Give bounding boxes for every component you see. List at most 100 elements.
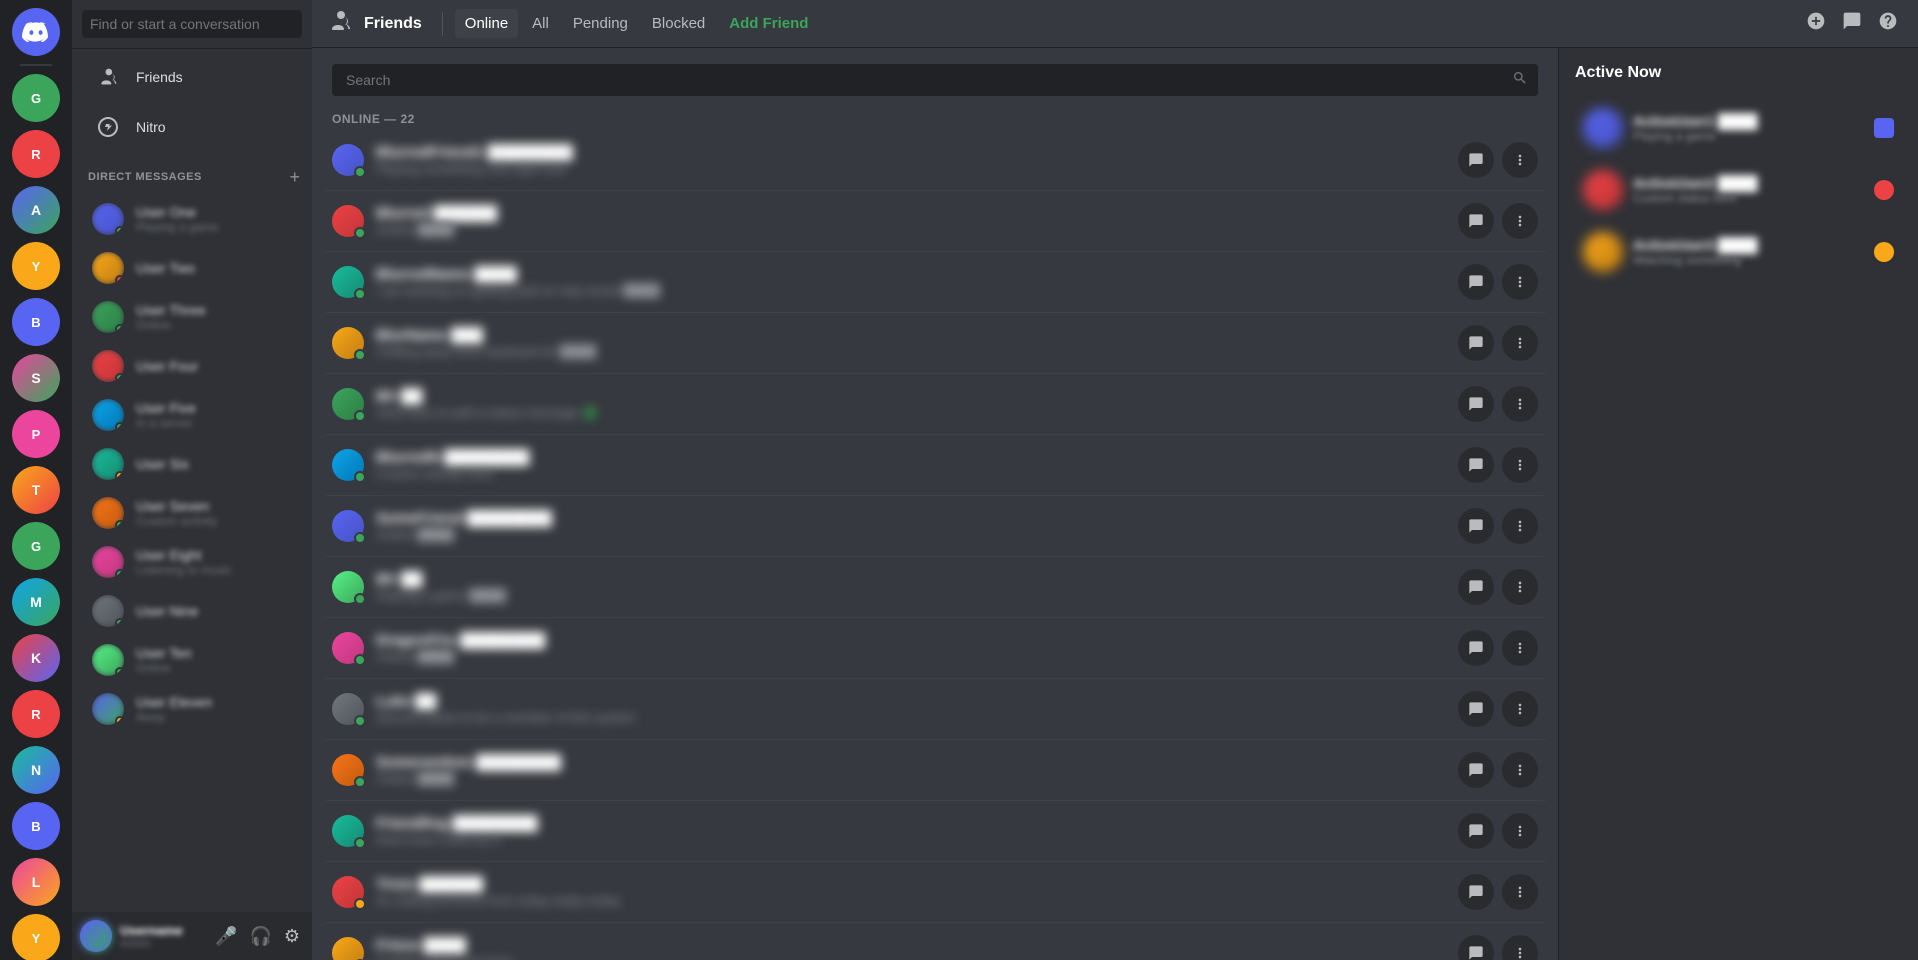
list-item[interactable]: User Eleven Away [80,685,304,733]
dm-search-input[interactable] [82,10,302,38]
message-button[interactable] [1458,752,1494,788]
status-dot [115,275,124,284]
table-row[interactable]: Blr ██ Click here to add a status messag… [320,373,1550,434]
new-group-dm-button[interactable] [1802,7,1830,41]
friend-actions [1458,569,1538,605]
dm-username: User Seven [136,498,296,514]
server-icon[interactable]: K [12,634,60,682]
more-options-button[interactable] [1502,203,1538,239]
more-options-button[interactable] [1502,752,1538,788]
more-options-button[interactable] [1502,142,1538,178]
more-options-button[interactable] [1502,325,1538,361]
server-icon[interactable]: Y [12,242,60,290]
server-icon[interactable]: Y [12,914,60,960]
more-options-button[interactable] [1502,264,1538,300]
more-options-button[interactable] [1502,874,1538,910]
server-icon[interactable]: R [12,130,60,178]
dm-username: User Three [136,302,296,318]
status-dot [115,226,124,235]
server-icon[interactable]: B [12,298,60,346]
friends-search-input[interactable] [342,64,1512,96]
table-row[interactable]: Somerandom ████████ Online ████ [320,739,1550,800]
tab-pending[interactable]: Pending [563,9,638,38]
list-item[interactable]: ActiveUser2 ████ Custom status here [1575,160,1902,220]
list-item[interactable]: ActiveUser1 ████ Playing a game [1575,98,1902,158]
friend-avatar [332,571,364,603]
message-button[interactable] [1458,325,1494,361]
message-button[interactable] [1458,142,1494,178]
server-icon[interactable]: B [12,802,60,850]
online-count-label: ONLINE — 22 [312,104,1558,130]
more-options-button[interactable] [1502,569,1538,605]
list-item[interactable]: User Nine [80,587,304,635]
more-options-button[interactable] [1502,630,1538,666]
list-item[interactable]: User Seven Custom activity [80,489,304,537]
table-row[interactable]: Friendling ████████ Dont trust it dont t… [320,800,1550,861]
table-row[interactable]: Luke ██ Discord wants to be a member of … [320,678,1550,739]
mute-button[interactable]: 🎤 [211,922,241,951]
server-icon[interactable]: T [12,466,60,514]
table-row[interactable]: Frieze ████ Custom status text here [320,922,1550,960]
dm-user-info: User Five In a server [136,400,296,430]
message-button[interactable] [1458,630,1494,666]
more-options-button[interactable] [1502,386,1538,422]
inbox-button[interactable] [1838,7,1866,41]
server-icon[interactable]: L [12,858,60,906]
list-item[interactable]: User Four [80,342,304,390]
message-button[interactable] [1458,203,1494,239]
message-button[interactable] [1458,264,1494,300]
server-icon[interactable]: S [12,354,60,402]
table-row[interactable]: Trixie ██████ Im chilling at home from t… [320,861,1550,922]
friend-name: Friendling ████████ [376,815,1446,832]
list-item[interactable]: User Three Online [80,293,304,341]
table-row[interactable]: BlurredN ████████ Custom activity here [320,434,1550,495]
message-button[interactable] [1458,508,1494,544]
server-icon[interactable]: A [12,186,60,234]
server-icon[interactable]: G [12,522,60,570]
server-icon[interactable]: G [12,74,60,122]
add-dm-button[interactable]: + [285,168,304,186]
sidebar-item-nitro[interactable]: Nitro [80,103,304,151]
tab-add-friend[interactable]: Add Friend [719,9,818,38]
tab-online[interactable]: Online [455,9,518,38]
deafen-button[interactable]: 🎧 [245,922,275,951]
message-button[interactable] [1458,874,1494,910]
list-item[interactable]: User Ten Online [80,636,304,684]
list-item[interactable]: User Two [80,244,304,292]
message-button[interactable] [1458,447,1494,483]
more-options-button[interactable] [1502,813,1538,849]
table-row[interactable]: Blr ██ Playing a game ████ [320,556,1550,617]
message-button[interactable] [1458,569,1494,605]
settings-button[interactable]: ⚙ [280,922,304,951]
table-row[interactable]: BlurredName ████ I am working on getting… [320,251,1550,312]
table-row[interactable]: SomeFriend ████████ Online ████ [320,495,1550,556]
message-button[interactable] [1458,691,1494,727]
list-item[interactable]: User One Playing a game [80,195,304,243]
list-item[interactable]: User Five In a server [80,391,304,439]
more-options-button[interactable] [1502,508,1538,544]
dm-search-bar[interactable] [72,0,312,49]
more-options-button[interactable] [1502,691,1538,727]
tab-all[interactable]: All [522,9,559,38]
table-row[interactable]: Blurred ██████ Online ████ [320,190,1550,251]
tab-blocked[interactable]: Blocked [642,9,715,38]
dm-avatar [92,693,124,725]
more-options-button[interactable] [1502,935,1538,960]
list-item[interactable]: User Six [80,440,304,488]
server-icon[interactable]: R [12,690,60,738]
list-item[interactable]: User Eight Listening to music [80,538,304,586]
table-row[interactable]: BlurName ███ Chilling away from keyboard… [320,312,1550,373]
server-icon[interactable]: M [12,578,60,626]
more-options-button[interactable] [1502,447,1538,483]
server-icon[interactable]: N [12,746,60,794]
home-button[interactable] [12,8,60,56]
message-button[interactable] [1458,813,1494,849]
table-row[interactable]: BlurredFriend1 ████████ Playing somethin… [320,130,1550,190]
message-button[interactable] [1458,386,1494,422]
table-row[interactable]: DragonFire ████████ Online ████ [320,617,1550,678]
server-icon[interactable]: P [12,410,60,458]
message-button[interactable] [1458,935,1494,960]
list-item[interactable]: ActiveUser3 ████ Watching something [1575,222,1902,282]
help-button[interactable] [1874,7,1902,41]
sidebar-item-friends[interactable]: Friends [80,53,304,101]
